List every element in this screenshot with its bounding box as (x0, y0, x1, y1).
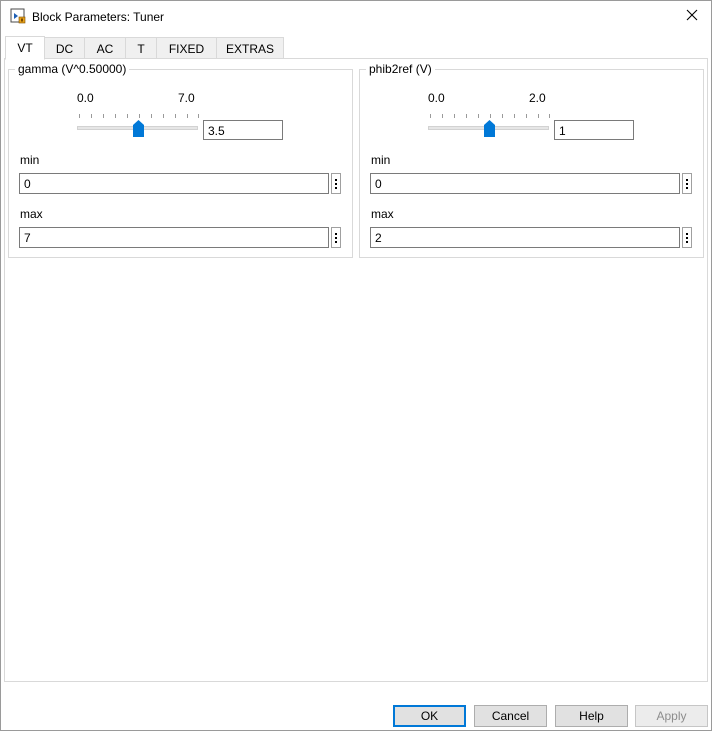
slider-min-label: 0.0 (77, 91, 94, 105)
tab-ac[interactable]: AC (84, 37, 126, 59)
tab-t[interactable]: T (125, 37, 157, 59)
group-title: gamma (V^0.50000) (15, 62, 130, 76)
close-button[interactable] (679, 4, 705, 28)
tab-label: EXTRAS (225, 41, 274, 56)
group-title: phib2ref (V) (366, 62, 435, 76)
ok-button[interactable]: OK (393, 705, 466, 727)
slider-ticks (430, 114, 550, 119)
dialog-window: Block Parameters: Tuner VT DC AC T FIXED… (0, 0, 712, 731)
tab-label: FIXED (168, 41, 205, 56)
tab-label: AC (96, 41, 114, 56)
simulink-block-icon (10, 8, 26, 24)
more-options-icon[interactable] (682, 173, 692, 194)
max-label: max (20, 207, 43, 221)
tab-bar: VT DC AC T FIXED EXTRAS (5, 36, 707, 60)
min-label: min (371, 153, 391, 167)
tab-fixed[interactable]: FIXED (156, 37, 217, 59)
slider-max-label: 2.0 (529, 91, 546, 105)
gamma-value-input[interactable]: 3.5 (203, 120, 283, 140)
phib2ref-group: phib2ref (V) 0.0 2.0 1 min 0 max 2 (359, 62, 704, 258)
title-bar: Block Parameters: Tuner (1, 1, 711, 32)
tab-label: VT (17, 41, 33, 55)
tab-label: T (137, 41, 145, 56)
phib2ref-min-input[interactable]: 0 (370, 173, 680, 194)
cancel-button[interactable]: Cancel (474, 705, 547, 727)
tab-dc[interactable]: DC (44, 37, 85, 59)
button-label: Help (579, 709, 604, 723)
button-label: OK (420, 709, 439, 723)
min-label: min (20, 153, 40, 167)
button-label: Apply (656, 709, 687, 723)
phib2ref-value-input[interactable]: 1 (554, 120, 634, 140)
gamma-group: gamma (V^0.50000) 0.0 7.0 3.5 min 0 max … (8, 62, 353, 258)
slider-min-label: 0.0 (428, 91, 445, 105)
gamma-max-input[interactable]: 7 (19, 227, 329, 248)
help-button[interactable]: Help (555, 705, 628, 727)
phib2ref-max-input[interactable]: 2 (370, 227, 680, 248)
tab-vt[interactable]: VT (5, 36, 45, 60)
slider-max-label: 7.0 (178, 91, 195, 105)
tab-label: DC (55, 41, 74, 56)
slider-ticks (79, 114, 199, 119)
window-title: Block Parameters: Tuner (32, 10, 165, 24)
slider-thumb[interactable] (133, 120, 144, 140)
more-options-icon[interactable] (682, 227, 692, 248)
button-label: Cancel (491, 709, 530, 723)
more-options-icon[interactable] (331, 173, 341, 194)
tab-extras[interactable]: EXTRAS (216, 37, 284, 59)
gamma-min-input[interactable]: 0 (19, 173, 329, 194)
slider-thumb[interactable] (484, 120, 495, 140)
close-icon (686, 9, 698, 24)
apply-button[interactable]: Apply (635, 705, 708, 727)
max-label: max (371, 207, 394, 221)
more-options-icon[interactable] (331, 227, 341, 248)
